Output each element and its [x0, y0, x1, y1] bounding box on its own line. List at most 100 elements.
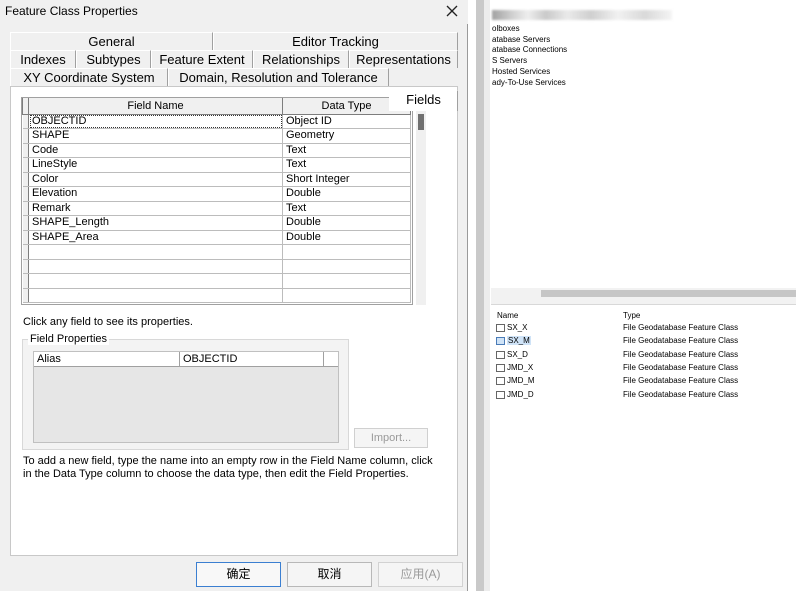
tab-representations[interactable]: Representations — [349, 50, 458, 68]
field-hint-text: Click any field to see its properties. — [23, 316, 193, 328]
catalog-list-item[interactable]: JMD_M File Geodatabase Feature Class — [491, 375, 796, 388]
fields-grid[interactable]: Field Name Data Type OBJECTID Object ID SH… — [21, 97, 413, 305]
field-name-cell[interactable] — [28, 273, 283, 289]
tab-fields[interactable]: Fields — [389, 90, 458, 111]
ok-button[interactable]: 确定 — [196, 562, 281, 587]
field-row[interactable] — [22, 259, 411, 274]
item-name: JMD_D — [507, 389, 534, 399]
data-type-cell[interactable]: Double — [282, 215, 411, 231]
item-type: File Geodatabase Feature Class — [623, 389, 739, 399]
feature-class-icon — [496, 390, 505, 399]
data-type-cell[interactable] — [282, 259, 411, 274]
field-name-cell[interactable]: Remark — [28, 201, 283, 216]
catalog-list-item[interactable]: JMD_X File Geodatabase Feature Class — [491, 362, 796, 375]
data-type-cell[interactable] — [282, 244, 411, 260]
field-name-cell[interactable] — [28, 244, 283, 260]
close-button[interactable] — [440, 1, 464, 21]
dialog-title: Feature Class Properties — [5, 4, 138, 18]
data-type-cell[interactable]: Text — [282, 143, 411, 158]
field-row[interactable]: OBJECTID Object ID — [22, 114, 411, 129]
field-name-cell[interactable]: LineStyle — [28, 157, 283, 173]
tab-editor-tracking[interactable]: Editor Tracking — [213, 32, 458, 50]
catalog-list-item[interactable]: SX_X File Geodatabase Feature Class — [491, 322, 796, 335]
item-type: File Geodatabase Feature Class — [623, 323, 739, 332]
field-name-cell[interactable]: Code — [28, 143, 283, 158]
catalog-list-item[interactable]: SX_M File Geodatabase Feature Class — [491, 335, 796, 348]
feature-class-icon — [496, 324, 505, 332]
tab-feature-extent[interactable]: Feature Extent — [151, 50, 253, 68]
field-row[interactable] — [22, 244, 411, 260]
tab-general[interactable]: General — [10, 32, 213, 50]
column-header-name[interactable]: Name — [497, 311, 518, 320]
tree-item[interactable]: atabase Connections — [492, 45, 567, 54]
data-type-cell[interactable]: Object ID — [282, 114, 411, 129]
feature-class-icon — [496, 363, 505, 372]
tab-indexes[interactable]: Indexes — [10, 50, 76, 68]
field-name-cell[interactable] — [28, 288, 283, 303]
property-value[interactable]: OBJECTID — [180, 352, 324, 367]
catalog-list-item[interactable]: SX_D File Geodatabase Feature Class — [491, 349, 796, 362]
field-row[interactable]: Code Text — [22, 143, 411, 158]
field-row[interactable]: Color Short Integer — [22, 172, 411, 187]
field-row[interactable] — [22, 273, 411, 289]
import-button[interactable]: Import... — [354, 428, 428, 448]
field-properties-legend: Field Properties — [28, 333, 110, 345]
data-type-cell[interactable] — [282, 273, 411, 289]
catalog-tree: olboxes atabase Servers atabase Connection… — [491, 0, 796, 288]
field-properties-group: Field Properties Alias OBJECTID — [22, 333, 349, 450]
data-type-cell[interactable]: Short Integer — [282, 172, 411, 187]
tab-subtypes[interactable]: Subtypes — [76, 50, 151, 68]
catalog-list-item[interactable]: JMD_D File Geodatabase Feature Class — [491, 389, 796, 402]
tree-item[interactable]: Hosted Services — [492, 67, 550, 76]
item-type: File Geodatabase Feature Class — [623, 336, 739, 346]
tree-horizontal-scrollbar[interactable] — [541, 290, 796, 297]
column-header-type[interactable]: Type — [623, 311, 640, 320]
property-dropdown-cell[interactable] — [324, 352, 338, 367]
help-text: To add a new field, type the name into a… — [23, 455, 433, 480]
item-name: SX_X — [507, 323, 528, 332]
column-header-field-name[interactable]: Field Name — [28, 98, 283, 115]
property-label: Alias — [34, 352, 180, 367]
tree-item[interactable]: atabase Servers — [492, 35, 550, 44]
feature-class-properties-dialog: Feature Class Properties General Editor … — [0, 0, 468, 591]
window-splitter[interactable] — [476, 0, 484, 591]
tab-strip: General Editor Tracking Indexes Subtypes… — [0, 24, 468, 111]
title-bar: Feature Class Properties — [0, 0, 468, 24]
field-name-cell[interactable]: SHAPE_Length — [28, 215, 283, 231]
tree-item[interactable]: olboxes — [492, 24, 520, 33]
tab-domain-resolution-tolerance[interactable]: Domain, Resolution and Tolerance — [168, 68, 389, 86]
field-row[interactable]: SHAPE_Area Double — [22, 230, 411, 245]
field-name-cell[interactable]: SHAPE_Area — [28, 230, 283, 245]
data-type-cell[interactable]: Text — [282, 201, 411, 216]
field-name-cell[interactable]: Elevation — [28, 186, 283, 202]
field-name-cell[interactable] — [28, 259, 283, 274]
tree-item[interactable]: ady-To-Use Services — [492, 78, 566, 87]
field-name-cell[interactable]: Color — [28, 172, 283, 187]
scrollbar-thumb[interactable] — [418, 114, 424, 130]
data-type-cell[interactable]: Text — [282, 157, 411, 173]
tab-xy-coordinate-system[interactable]: XY Coordinate System — [10, 68, 168, 86]
item-name: JMD_M — [507, 376, 535, 386]
feature-class-icon — [496, 377, 505, 386]
data-type-cell[interactable]: Double — [282, 230, 411, 245]
tree-item[interactable]: S Servers — [492, 56, 527, 65]
apply-button[interactable]: 应用(A) — [378, 562, 463, 587]
field-row[interactable]: SHAPE Geometry — [22, 128, 411, 144]
field-name-cell[interactable]: OBJECTID — [28, 114, 283, 129]
grid-vertical-scrollbar[interactable] — [416, 97, 426, 305]
field-property-row[interactable]: Alias OBJECTID — [34, 352, 338, 367]
field-row[interactable]: LineStyle Text — [22, 157, 411, 173]
close-icon — [446, 5, 458, 17]
data-type-cell[interactable]: Double — [282, 186, 411, 202]
data-type-cell[interactable]: Geometry — [282, 128, 411, 144]
field-row[interactable]: SHAPE_Length Double — [22, 215, 411, 231]
data-type-cell[interactable] — [282, 288, 411, 303]
cancel-button[interactable]: 取消 — [287, 562, 372, 587]
field-name-cell[interactable]: SHAPE — [28, 128, 283, 144]
field-row[interactable]: Remark Text — [22, 201, 411, 216]
item-type: File Geodatabase Feature Class — [623, 376, 739, 386]
tab-relationships[interactable]: Relationships — [253, 50, 349, 68]
field-row[interactable] — [22, 288, 411, 303]
fields-tab-panel: Field Name Data Type OBJECTID Object ID SH… — [10, 86, 458, 556]
field-row[interactable]: Elevation Double — [22, 186, 411, 202]
